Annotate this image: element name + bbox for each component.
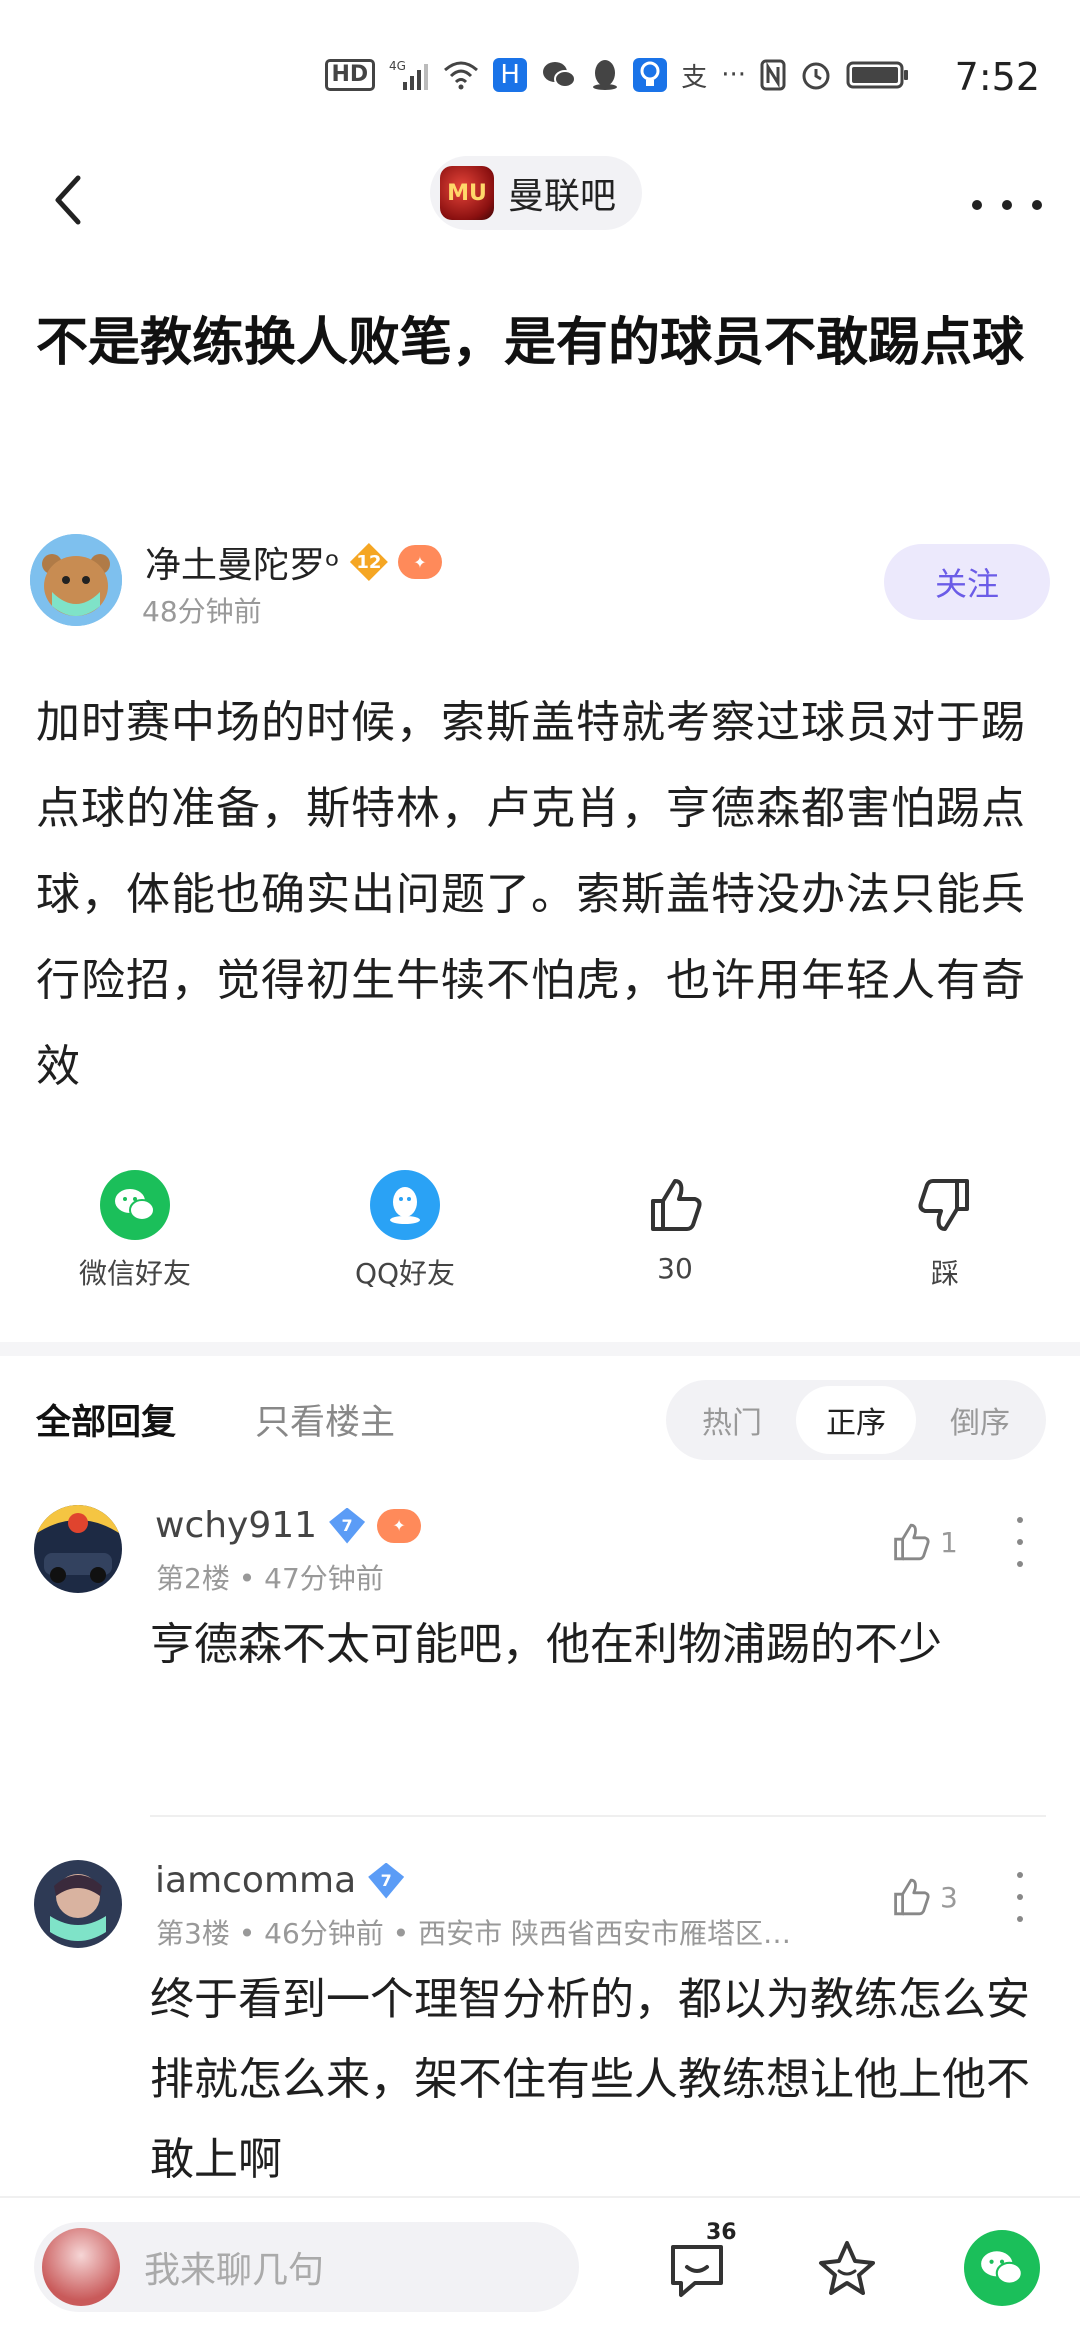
sort-toggle: 热门 正序 倒序	[666, 1380, 1046, 1460]
member-badge: 7	[368, 1862, 405, 1899]
author-name-row: 净土曼陀罗ᵒ 12 ✦	[145, 536, 442, 588]
comment-meta: 第2楼 • 47分钟前	[156, 1562, 384, 1595]
comment-item: wchy911 7 ✦ 第2楼 • 47分钟前 1 亨德森不太可能吧，他在利物浦…	[0, 1505, 1080, 1825]
more-options-button[interactable]	[972, 180, 1042, 230]
commenter-name[interactable]: wchy911	[155, 1505, 317, 1546]
more-dot-icon	[1002, 200, 1012, 210]
dislike-label: 踩	[930, 1257, 959, 1290]
more-dot-icon	[1032, 200, 1042, 210]
comment-like-count: 1	[940, 1525, 958, 1559]
status-icons: HD 4G H 支 ···	[324, 58, 911, 93]
author-avatar[interactable]	[30, 534, 122, 626]
post-title: 不是教练换人败笔，是有的球员不敢踢点球	[36, 313, 1025, 373]
sort-desc-button[interactable]: 倒序	[920, 1386, 1040, 1454]
section-divider	[0, 1342, 1080, 1356]
alipay-icon: 支	[681, 62, 708, 93]
post-body: 加时赛中场的时候，索斯盖特就考察过球员对于踢点球的准备，斯特林，卢克肖，亨德森都…	[36, 697, 1026, 1092]
alarm-icon	[800, 58, 832, 92]
more-dot-icon	[1017, 1872, 1023, 1878]
star-icon	[819, 2241, 875, 2295]
commenter-avatar[interactable]	[34, 1860, 122, 1948]
post-time: 48分钟前	[142, 595, 262, 628]
qq-status-icon	[591, 58, 619, 92]
tab-op-only[interactable]: 只看楼主	[255, 1394, 395, 1445]
comment-divider	[150, 1815, 1046, 1817]
bulb-icon	[633, 58, 668, 92]
app-h-icon: H	[493, 58, 528, 92]
post-author-row: 净土曼陀罗ᵒ 12 ✦ 48分钟前 关注	[30, 530, 1050, 630]
commenter-name-row: iamcomma 7	[155, 1860, 405, 1901]
more-dot-icon	[1017, 1916, 1023, 1922]
comment-bubble-icon	[671, 2245, 723, 2297]
reply-input-placeholder: 我来聊几句	[144, 2250, 325, 2291]
comment-like-button[interactable]: 1	[890, 1521, 958, 1563]
gamepad-badge-icon: ✦	[377, 1508, 422, 1543]
post-actions: 微信好友 QQ好友 30 踩	[0, 1170, 1080, 1320]
commenter-avatar[interactable]	[34, 1505, 122, 1593]
more-dot-icon	[1017, 1517, 1023, 1523]
status-bar: HD 4G H 支 ··· 7:52	[0, 0, 1080, 150]
chevron-left-icon	[55, 175, 81, 225]
favorite-button[interactable]	[812, 2234, 882, 2304]
forum-name: 曼联吧	[508, 176, 617, 217]
follow-button[interactable]: 关注	[884, 544, 1050, 620]
thumbs-up-icon	[894, 1523, 930, 1561]
gamepad-badge-icon: ✦	[397, 545, 442, 579]
comments-button[interactable]: 36	[662, 2220, 737, 2304]
status-time: 7:52	[954, 55, 1040, 99]
wechat-icon	[100, 1170, 170, 1240]
top-nav-bar: MU 曼联吧	[0, 150, 1080, 280]
more-dots-icon: ···	[721, 60, 746, 90]
thumbs-down-icon	[910, 1170, 980, 1240]
comment-like-count: 3	[940, 1880, 958, 1914]
back-button[interactable]	[40, 170, 110, 250]
thumbs-up-icon	[894, 1878, 930, 1916]
comment-count-badge: 36	[706, 2220, 737, 2245]
commenter-name-row: wchy911 7 ✦	[155, 1505, 422, 1546]
more-dot-icon	[1017, 1561, 1023, 1567]
comment-more-button[interactable]	[1010, 1517, 1030, 1567]
wechat-status-icon	[541, 58, 577, 92]
comment-item: iamcomma 7 第3楼 • 46分钟前 • 西安市 陕西省西安市雁塔区… …	[0, 1860, 1080, 2196]
more-dot-icon	[972, 200, 982, 210]
battery-icon	[846, 58, 910, 92]
more-dot-icon	[1017, 1894, 1023, 1900]
level-badge: 12	[349, 543, 388, 581]
more-dot-icon	[1017, 1539, 1023, 1545]
reply-input[interactable]: 我来聊几句	[34, 2222, 579, 2312]
wechat-share-button[interactable]	[964, 2230, 1040, 2306]
comment-more-button[interactable]	[1010, 1872, 1030, 1922]
my-avatar	[42, 2228, 120, 2306]
like-button[interactable]: 30	[580, 1170, 770, 1285]
member-badge: 7	[329, 1507, 366, 1544]
sort-hot-button[interactable]: 热门	[672, 1386, 792, 1454]
nfc-icon	[760, 58, 786, 92]
author-name[interactable]: 净土曼陀罗ᵒ	[145, 536, 340, 588]
like-count: 30	[657, 1252, 693, 1285]
reply-header: 全部回复 只看楼主 热门 正序 倒序	[0, 1380, 1080, 1470]
qq-icon	[370, 1170, 440, 1240]
commenter-name[interactable]: iamcomma	[155, 1860, 356, 1901]
sort-asc-button[interactable]: 正序	[796, 1386, 916, 1454]
wifi-icon	[443, 58, 479, 92]
bottom-bar: 我来聊几句 36	[0, 2196, 1080, 2342]
forum-pill[interactable]: MU 曼联吧	[430, 156, 643, 230]
tab-all-replies[interactable]: 全部回复	[36, 1394, 176, 1445]
dislike-button[interactable]: 踩	[850, 1170, 1040, 1292]
forum-logo: MU	[440, 166, 494, 220]
comment-like-button[interactable]: 3	[890, 1876, 958, 1918]
wechat-icon	[981, 2251, 1023, 2285]
share-wechat-button[interactable]: 微信好友	[40, 1170, 230, 1292]
comment-meta: 第3楼 • 46分钟前 • 西安市 陕西省西安市雁塔区…	[156, 1917, 791, 1950]
thumbs-up-icon	[640, 1170, 710, 1240]
hd-icon: HD	[324, 59, 376, 91]
share-qq-button[interactable]: QQ好友	[310, 1170, 500, 1292]
share-wechat-label: 微信好友	[78, 1257, 191, 1290]
svg-text:4G: 4G	[389, 59, 406, 73]
signal-4g-icon: 4G	[389, 58, 429, 92]
comment-text: 亨德森不太可能吧，他在利物浦踢的不少	[150, 1619, 942, 1670]
comment-text: 终于看到一个理智分析的，都以为教练怎么安排就怎么来，架不住有些人教练想让他上他不…	[150, 1974, 1030, 2185]
share-qq-label: QQ好友	[354, 1257, 456, 1290]
